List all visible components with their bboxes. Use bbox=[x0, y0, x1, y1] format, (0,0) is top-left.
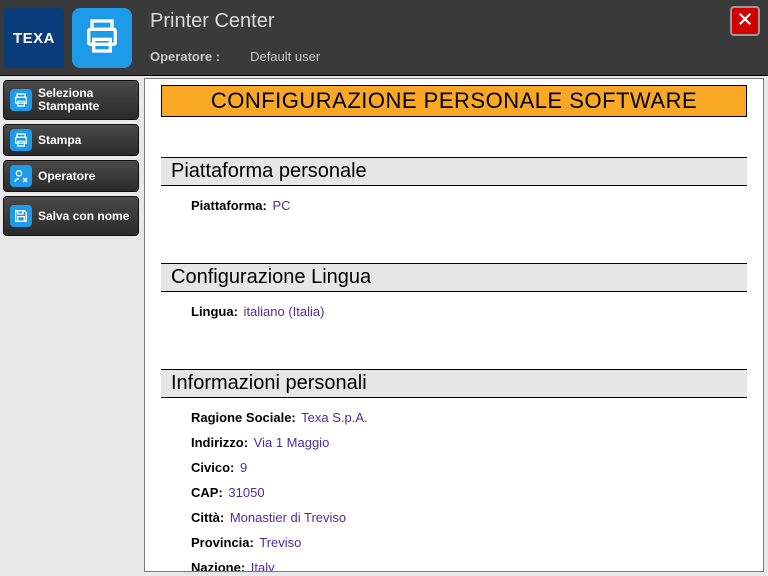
printer-icon bbox=[10, 89, 32, 111]
section-body: Ragione Sociale: Texa S.p.A. Indirizzo: V… bbox=[161, 398, 747, 571]
sidebar-item-label: Salva con nome bbox=[38, 210, 129, 223]
field-key: Ragione Sociale: bbox=[191, 410, 296, 425]
field-key: Indirizzo: bbox=[191, 435, 248, 450]
operator-row: Operatore : Default user bbox=[150, 49, 758, 64]
field-value: Via 1 Maggio bbox=[250, 435, 329, 450]
field-row: Città: Monastier di Treviso bbox=[191, 510, 737, 525]
field-value: Italy bbox=[247, 560, 274, 571]
user-wrench-icon bbox=[10, 165, 32, 187]
field-key: Piattaforma: bbox=[191, 198, 267, 213]
operator-label: Operatore : bbox=[150, 49, 220, 64]
doc-banner: CONFIGURAZIONE PERSONALE SOFTWARE bbox=[161, 85, 747, 117]
operator-value: Default user bbox=[250, 49, 320, 64]
section-heading: Configurazione Lingua bbox=[161, 263, 747, 292]
section-body: Piattaforma: PC bbox=[161, 186, 747, 263]
printer-icon bbox=[10, 129, 32, 151]
main-area: Seleziona Stampante Stampa Operatore Sal… bbox=[0, 76, 768, 576]
field-key: Città: bbox=[191, 510, 224, 525]
app-header: TEXA Printer Center Operatore : Default … bbox=[0, 0, 768, 76]
close-button[interactable] bbox=[730, 6, 760, 36]
field-value: Treviso bbox=[256, 535, 302, 550]
printer-icon bbox=[82, 16, 122, 61]
field-value: Texa S.p.A. bbox=[298, 410, 368, 425]
field-value: italiano (Italia) bbox=[240, 304, 325, 319]
section-body: Lingua: italiano (Italia) bbox=[161, 292, 747, 369]
sidebar: Seleziona Stampante Stampa Operatore Sal… bbox=[0, 76, 142, 576]
field-value: PC bbox=[269, 198, 291, 213]
close-icon bbox=[736, 10, 754, 33]
field-key: Provincia: bbox=[191, 535, 254, 550]
brand-logo: TEXA bbox=[4, 8, 64, 68]
sidebar-item-select-printer[interactable]: Seleziona Stampante bbox=[3, 80, 139, 120]
sidebar-item-label: Stampa bbox=[38, 134, 81, 147]
sidebar-item-label: Operatore bbox=[38, 170, 95, 183]
field-row: Ragione Sociale: Texa S.p.A. bbox=[191, 410, 737, 425]
field-key: Nazione: bbox=[191, 560, 245, 571]
app-title: Printer Center bbox=[150, 10, 758, 33]
field-value: 9 bbox=[236, 460, 247, 475]
field-row: Lingua: italiano (Italia) bbox=[191, 304, 737, 319]
section-heading: Piattaforma personale bbox=[161, 157, 747, 186]
field-value: 31050 bbox=[225, 485, 265, 500]
field-row: Civico: 9 bbox=[191, 460, 737, 475]
section-heading: Informazioni personali bbox=[161, 369, 747, 398]
sidebar-item-print[interactable]: Stampa bbox=[3, 124, 139, 156]
field-key: CAP: bbox=[191, 485, 223, 500]
field-row: Indirizzo: Via 1 Maggio bbox=[191, 435, 737, 450]
field-key: Civico: bbox=[191, 460, 234, 475]
content-panel: CONFIGURAZIONE PERSONALE SOFTWARE Piatta… bbox=[144, 78, 764, 572]
field-value: Monastier di Treviso bbox=[226, 510, 346, 525]
sidebar-item-operator[interactable]: Operatore bbox=[3, 160, 139, 192]
brand-logo-text: TEXA bbox=[13, 30, 55, 47]
field-row: Nazione: Italy bbox=[191, 560, 737, 571]
save-icon bbox=[10, 205, 32, 227]
printer-badge bbox=[72, 8, 132, 68]
field-row: CAP: 31050 bbox=[191, 485, 737, 500]
header-titles: Printer Center Operatore : Default user bbox=[136, 0, 768, 75]
sidebar-item-label: Seleziona Stampante bbox=[38, 87, 132, 112]
field-row: Piattaforma: PC bbox=[191, 198, 737, 213]
sidebar-item-save-as[interactable]: Salva con nome bbox=[3, 196, 139, 236]
field-key: Lingua: bbox=[191, 304, 238, 319]
document-scroll[interactable]: CONFIGURAZIONE PERSONALE SOFTWARE Piatta… bbox=[145, 79, 763, 571]
field-row: Provincia: Treviso bbox=[191, 535, 737, 550]
